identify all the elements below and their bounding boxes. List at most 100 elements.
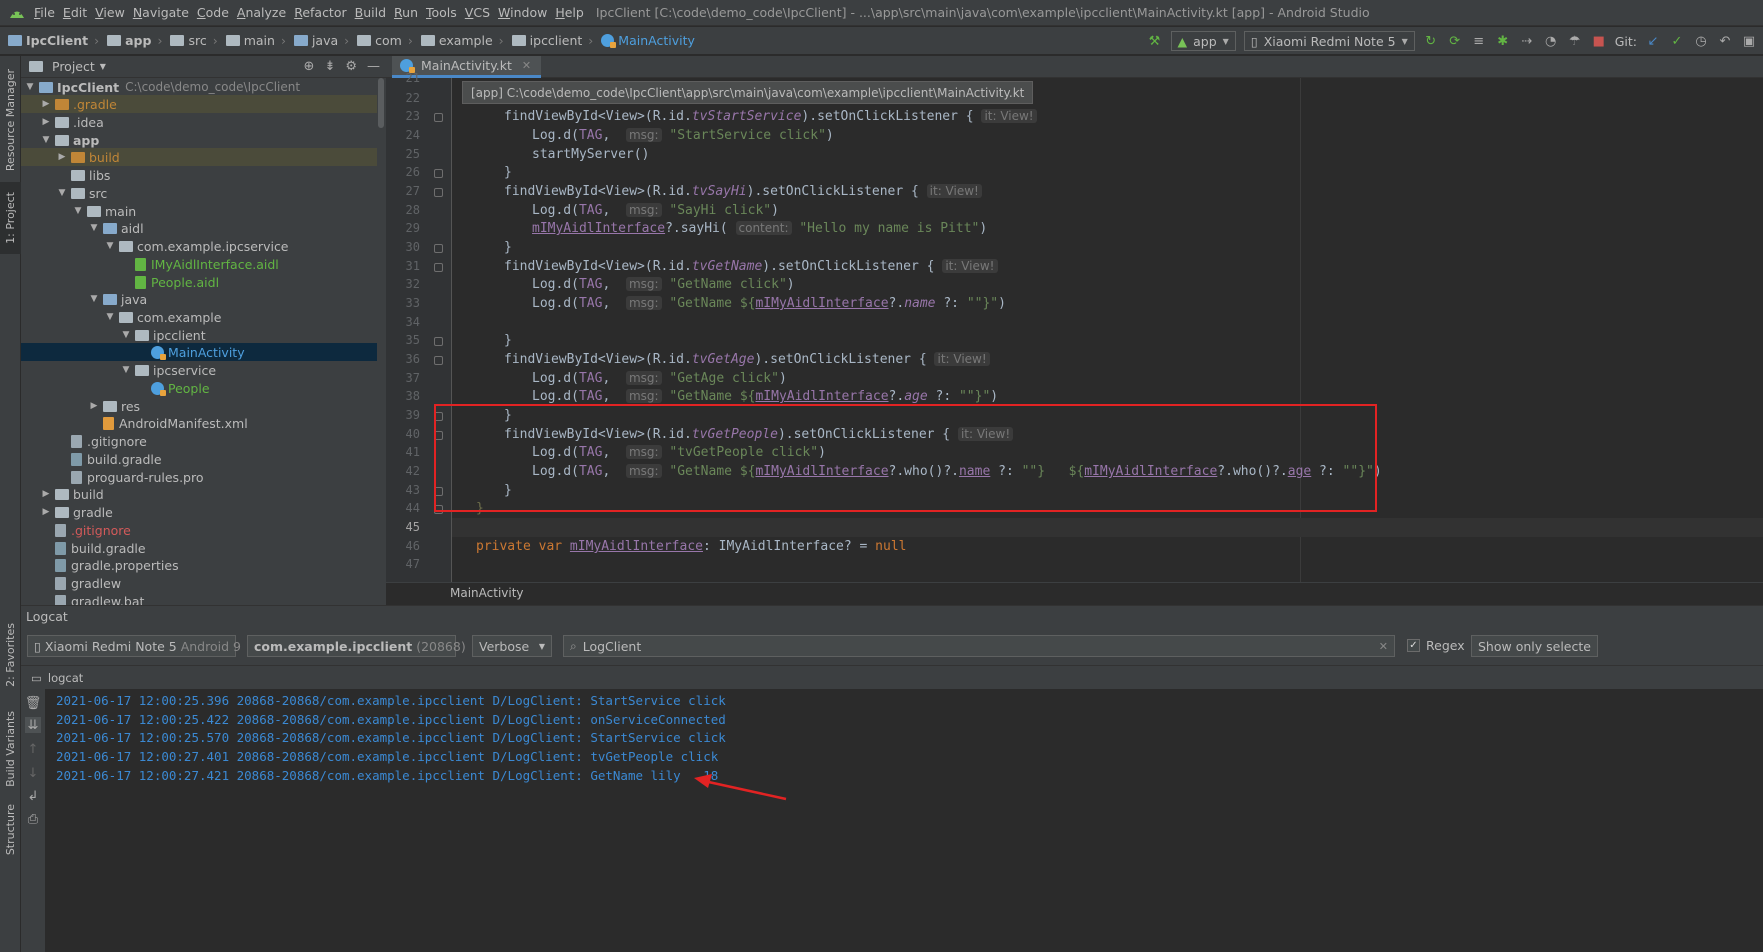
up-arrow-icon[interactable]: ↑ — [25, 741, 41, 757]
menu-code[interactable]: Code — [197, 0, 237, 26]
tree-item-main[interactable]: ▼ main — [21, 202, 378, 220]
tab-build-variants[interactable]: Build Variants — [0, 704, 21, 794]
tree-item-ipcservice-package[interactable]: ▼ ipcservice — [21, 361, 378, 379]
menu-window[interactable]: Window — [498, 0, 555, 26]
tree-item-java[interactable]: ▼ java — [21, 290, 378, 308]
tab-resource-manager[interactable]: Resource Manager — [0, 60, 21, 180]
fold-marker-icon[interactable] — [434, 263, 443, 272]
tab-favorites[interactable]: 2: Favorites — [0, 616, 21, 694]
git-history-icon[interactable]: ◷ — [1693, 33, 1709, 49]
scroll-to-end-icon[interactable]: ⇊ — [25, 717, 41, 733]
breadcrumb-com[interactable]: com › — [349, 33, 413, 48]
breadcrumb-ipcclient[interactable]: ipcclient › — [504, 33, 593, 48]
profile-icon[interactable]: ◔ — [1543, 33, 1559, 49]
breadcrumb-main[interactable]: main › — [218, 33, 286, 48]
logcat-subtitle[interactable]: logcat — [48, 671, 83, 685]
locate-icon[interactable]: ⊕ — [304, 59, 315, 74]
breadcrumb-mainactivity[interactable]: MainActivity — [593, 33, 695, 48]
fold-marker-icon[interactable] — [434, 244, 443, 253]
menu-file[interactable]: File — [34, 0, 63, 26]
collapse-all-icon[interactable]: ⇟ — [324, 59, 335, 74]
tree-item-root-gitignore[interactable]: ▶.gitignore — [21, 521, 378, 539]
regex-toggle[interactable]: ✓ Regex — [1407, 638, 1465, 653]
tree-item-ipcclient-package[interactable]: ▼ ipcclient — [21, 326, 378, 344]
device-select[interactable]: ▯ Xiaomi Redmi Note 5 ▼ — [1243, 31, 1415, 51]
fold-marker-icon[interactable] — [434, 356, 443, 365]
debug-icon[interactable]: ✱ — [1495, 33, 1511, 49]
tree-item-res[interactable]: ▶ res — [21, 397, 378, 415]
menu-tools[interactable]: Tools — [426, 0, 465, 26]
print-icon[interactable]: ⎙ — [25, 811, 41, 827]
tree-item-androidmanifest[interactable]: ▶AndroidManifest.xml — [21, 414, 378, 432]
clear-logcat-icon[interactable]: 🗑 — [25, 695, 42, 711]
breadcrumb-project[interactable]: IpcClient › — [0, 33, 99, 48]
menu-refactor[interactable]: Refactor — [294, 0, 354, 26]
tree-item-app-build-gradle[interactable]: ▶build.gradle — [21, 450, 378, 468]
hide-icon[interactable]: — — [367, 59, 380, 74]
tree-item-gradlew-bat[interactable]: ▶gradlew.bat — [21, 592, 378, 605]
tree-item-com-example[interactable]: ▼ com.example — [21, 308, 378, 326]
tree-item-ipcclient[interactable]: ▼ IpcClient C:\code\demo_code\IpcClient — [21, 78, 378, 96]
menu-view[interactable]: View — [95, 0, 133, 26]
menu-build[interactable]: Build — [355, 0, 394, 26]
tree-item-people[interactable]: ▶People — [21, 379, 378, 397]
tree-item-app-gitignore[interactable]: ▶.gitignore — [21, 432, 378, 450]
fold-marker-icon[interactable] — [434, 337, 443, 346]
tree-item-aidl-package[interactable]: ▼ com.example.ipcservice — [21, 237, 378, 255]
git-commit-icon[interactable]: ✓ — [1669, 33, 1685, 49]
tab-structure[interactable]: Structure — [0, 800, 21, 860]
tree-item-app[interactable]: ▼ app — [21, 131, 378, 149]
footer-breadcrumb-item[interactable]: MainActivity — [450, 586, 524, 600]
logcat-icon[interactable]: ≡ — [1471, 33, 1487, 49]
logcat-process-select[interactable]: com.example.ipcclient (20868)▼ — [247, 635, 480, 657]
menu-edit[interactable]: Edit — [63, 0, 95, 26]
show-only-selected-select[interactable]: Show only selecte — [1471, 635, 1598, 657]
breadcrumb-src[interactable]: src › — [162, 33, 218, 48]
stop-icon[interactable]: ■ — [1591, 33, 1607, 49]
tree-item-gradle-dir[interactable]: ▶ .gradle — [21, 95, 378, 113]
tree-item-people-aidl[interactable]: ▶People.aidl — [21, 273, 378, 291]
tree-item-mainactivity[interactable]: ▶MainActivity — [21, 343, 378, 361]
breadcrumb-app[interactable]: app › — [99, 33, 162, 48]
project-view-selector[interactable]: Project ▼ — [21, 59, 106, 74]
make-project-icon[interactable]: ⚒ — [1147, 33, 1163, 49]
tree-item-root-build-gradle[interactable]: ▶build.gradle — [21, 539, 378, 557]
tree-item-libs[interactable]: ▶libs — [21, 166, 378, 184]
logcat-search-input[interactable]: ⌕ LogClient ✕ — [563, 635, 1395, 657]
tree-item-src[interactable]: ▼ src — [21, 184, 378, 202]
menu-vcs[interactable]: VCS — [465, 0, 498, 26]
git-rollback-icon[interactable]: ↶ — [1717, 33, 1733, 49]
logcat-device-select[interactable]: ▯ Xiaomi Redmi Note 5 Android 9▼ — [27, 635, 255, 657]
tree-item-idea[interactable]: ▶ .idea — [21, 113, 378, 131]
menu-navigate[interactable]: Navigate — [133, 0, 197, 26]
menu-run[interactable]: Run — [394, 0, 426, 26]
run-config-select[interactable]: ▲ app ▼ — [1170, 31, 1236, 51]
tree-item-app-build[interactable]: ▶ build — [21, 148, 378, 166]
apply-changes-icon[interactable]: ↻ — [1423, 33, 1439, 49]
fold-marker-icon[interactable] — [434, 169, 443, 178]
coverage-icon[interactable]: ☂ — [1567, 33, 1583, 49]
fold-marker-icon[interactable] — [434, 113, 443, 122]
project-scrollbar[interactable] — [377, 78, 385, 605]
tree-item-aidl[interactable]: ▼ aidl — [21, 219, 378, 237]
tree-item-gradlew[interactable]: ▶gradlew — [21, 574, 378, 592]
tab-project[interactable]: 1: Project — [0, 182, 21, 254]
down-arrow-icon[interactable]: ↓ — [25, 765, 41, 781]
tree-item-root-build[interactable]: ▶ build — [21, 485, 378, 503]
regex-checkbox[interactable]: ✓ — [1407, 639, 1420, 652]
project-structure-icon[interactable]: ▣ — [1741, 33, 1757, 49]
git-update-icon[interactable]: ↙ — [1645, 33, 1661, 49]
clear-search-icon[interactable]: ✕ — [1379, 640, 1388, 653]
attach-debugger-icon[interactable]: ⇢ — [1519, 33, 1535, 49]
breadcrumb-example[interactable]: example › — [413, 33, 504, 48]
soft-wrap-icon[interactable]: ↲ — [25, 788, 41, 804]
menu-analyze[interactable]: Analyze — [237, 0, 294, 26]
logcat-level-select[interactable]: Verbose ▼ — [472, 635, 552, 657]
gear-icon[interactable]: ⚙ — [345, 59, 357, 74]
breadcrumb-java[interactable]: java › — [286, 33, 349, 48]
tree-item-imyaidlinterface-aidl[interactable]: ▶IMyAidlInterface.aidl — [21, 255, 378, 273]
apply-code-changes-icon[interactable]: ⟳ — [1447, 33, 1463, 49]
menu-help[interactable]: Help — [555, 0, 592, 26]
tree-item-proguard[interactable]: ▶proguard-rules.pro — [21, 468, 378, 486]
fold-marker-icon[interactable] — [434, 188, 443, 197]
